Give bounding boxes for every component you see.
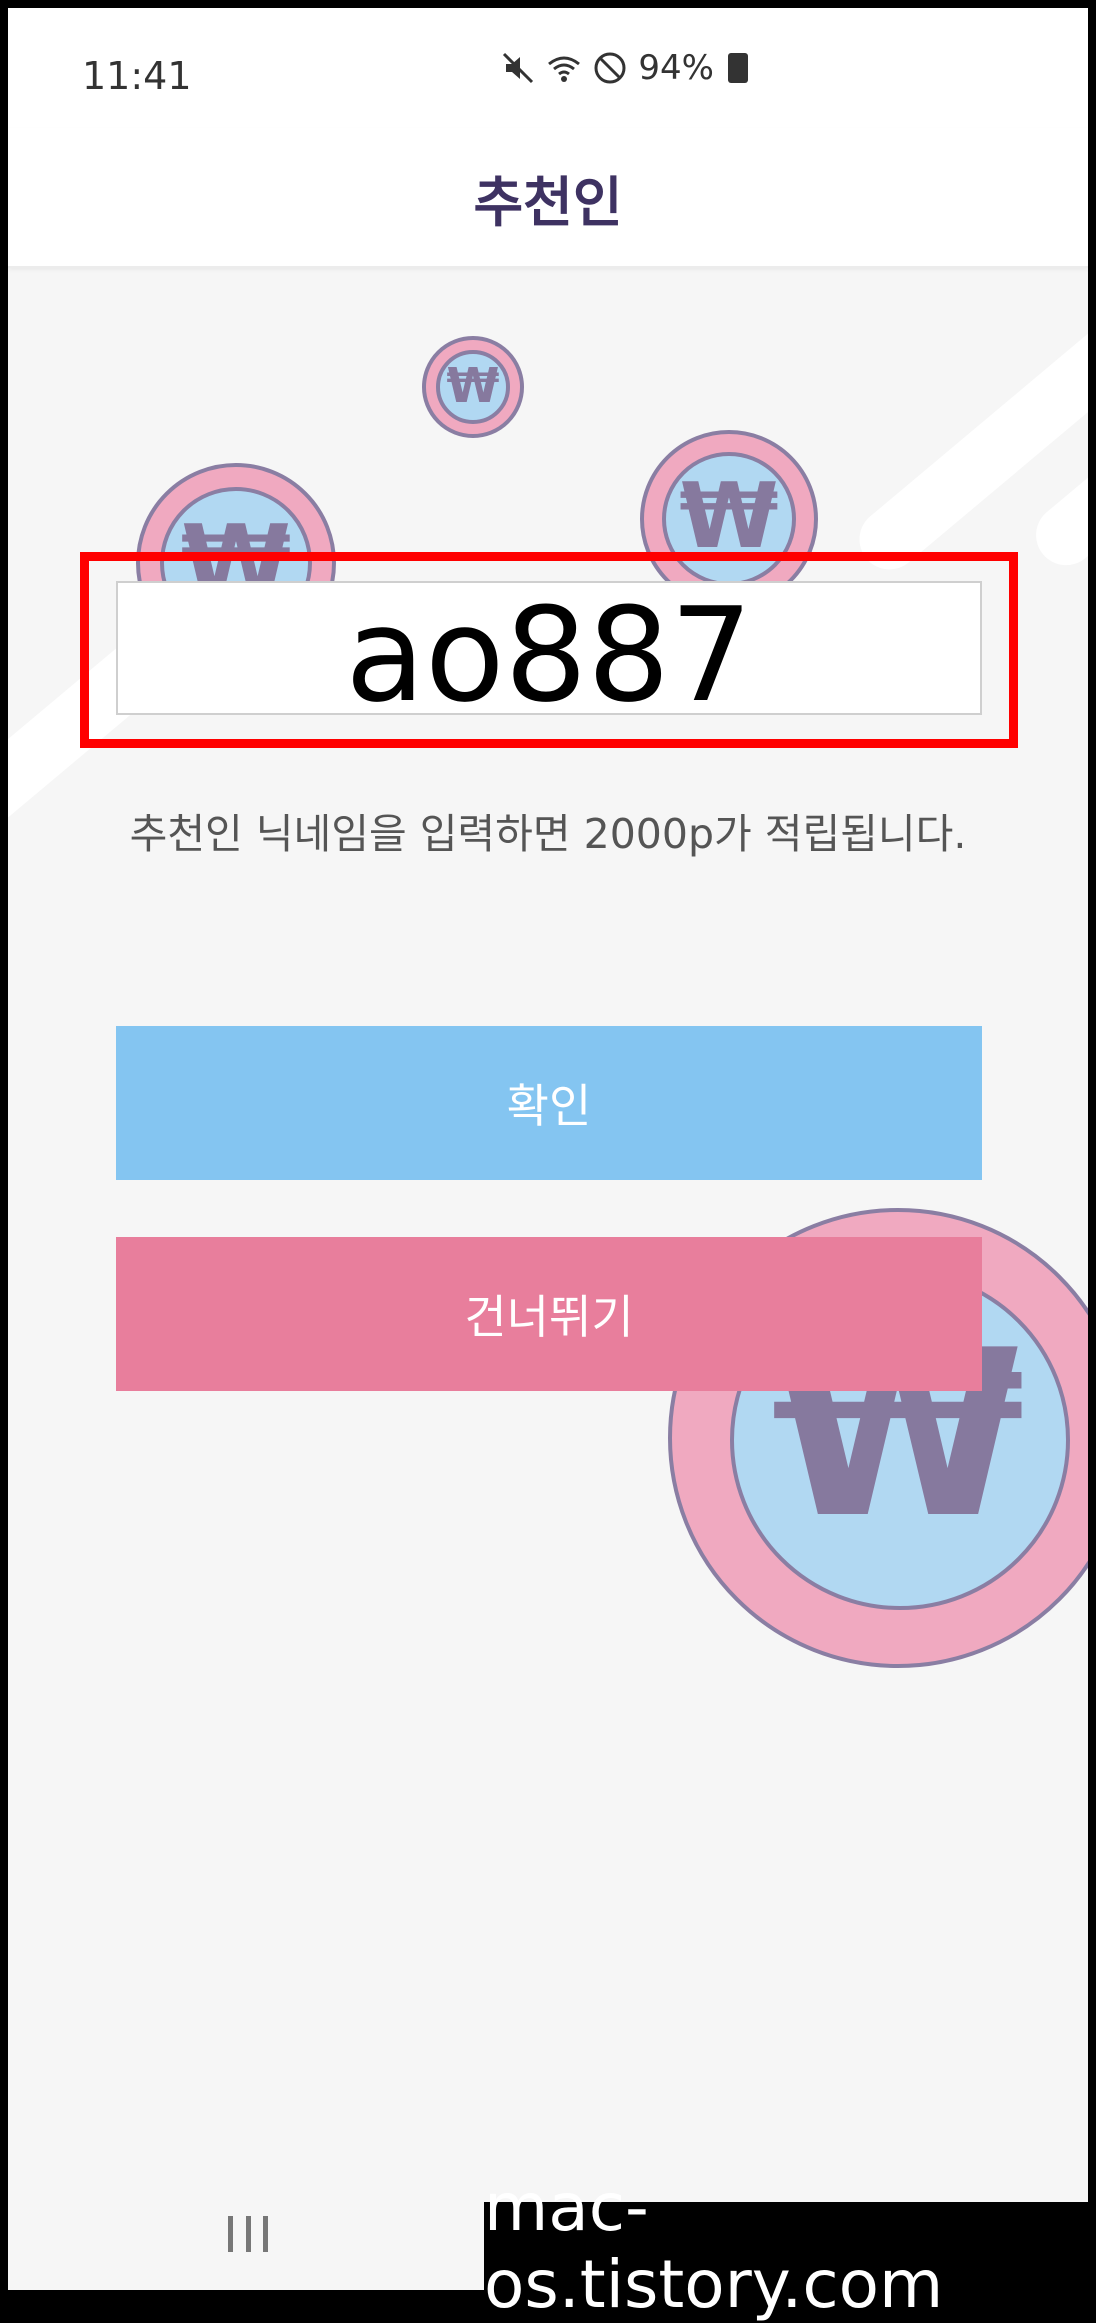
wifi-icon (548, 56, 581, 82)
watermark: mac-os.tistory.com (484, 2169, 1088, 2323)
confirm-button[interactable]: 확인 (116, 1026, 982, 1180)
recent-apps-icon[interactable] (228, 2216, 268, 2256)
battery-percent: 94% (638, 48, 714, 88)
phone-screen: 11:41 94% 추천인 ₩ ₩ ₩ ₩ ao887 추천인 닉네임을 입력하… (8, 8, 1088, 2290)
status-bar: 11:41 94% (8, 8, 1088, 128)
status-icons: 94% (500, 48, 748, 88)
coin-decoration: ₩ (422, 336, 524, 438)
app-bar: 추천인 (8, 128, 1088, 268)
mute-icon (503, 52, 534, 84)
page-title: 추천인 (473, 171, 623, 234)
referral-hint: 추천인 닉네임을 입력하면 2000p가 적립됩니다. (129, 810, 967, 858)
referral-content: ₩ ₩ ₩ ₩ ao887 추천인 닉네임을 입력하면 2000p가 적립됩니다… (8, 268, 1088, 2198)
do-not-disturb-icon (594, 52, 626, 84)
highlight-box (80, 552, 1018, 748)
status-time: 11:41 (82, 54, 192, 98)
won-icon: ₩ (446, 358, 500, 414)
battery-icon (728, 53, 748, 83)
skip-button[interactable]: 건너뛰기 (116, 1237, 982, 1391)
